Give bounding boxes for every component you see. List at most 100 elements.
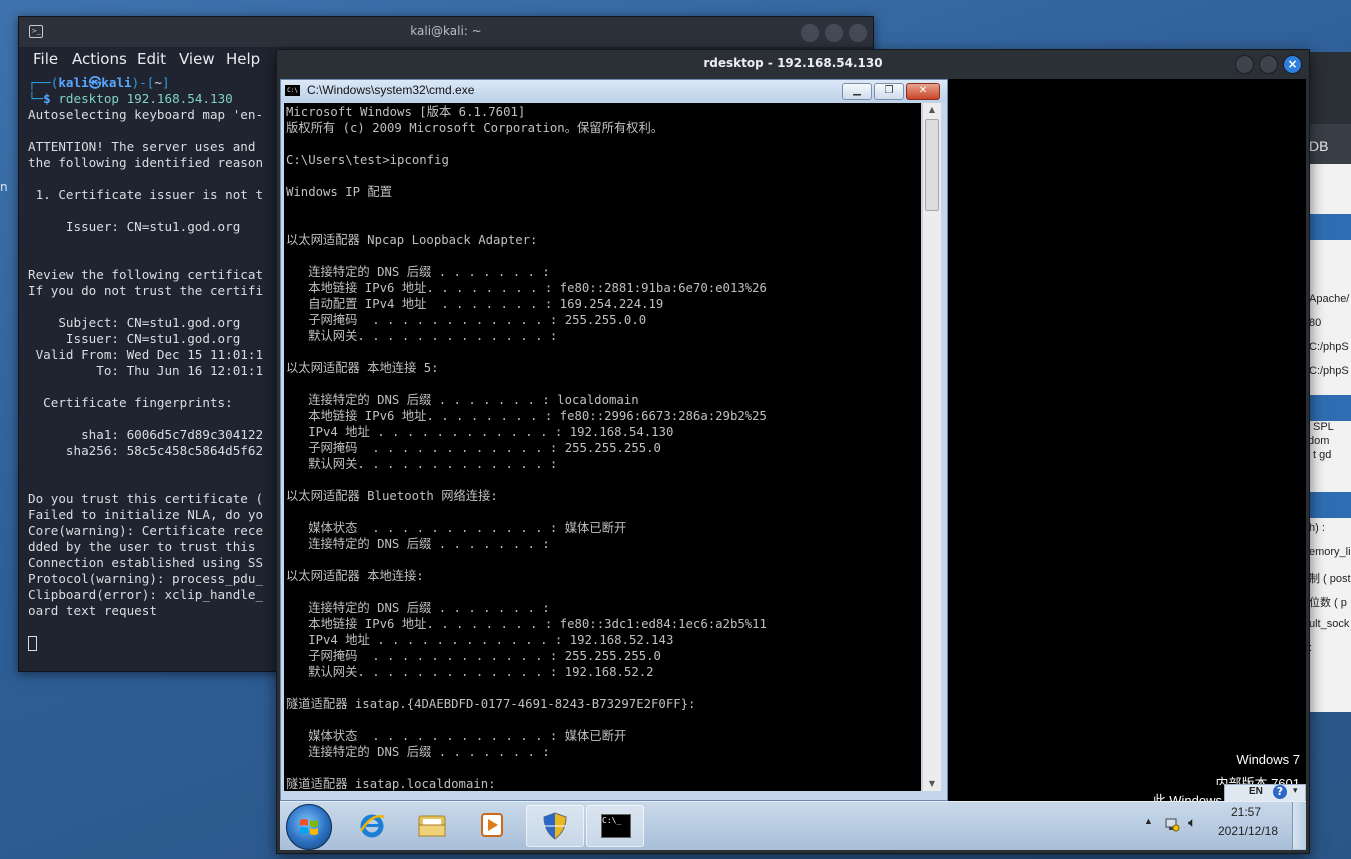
- kali-title-bar[interactable]: >_ kali@kali: ~: [19, 17, 873, 47]
- show-desktop-button[interactable]: [1292, 802, 1306, 849]
- cmd-line: 媒体状态 . . . . . . . . . . . . : 媒体已断开: [286, 521, 627, 535]
- menu-help[interactable]: Help: [226, 50, 260, 68]
- cmd-line: 子网掩码 . . . . . . . . . . . . : 255.255.0…: [286, 313, 647, 327]
- windows-watermark-line1: Windows 7: [1236, 752, 1300, 767]
- cmd-line: 隧道适配器 isatap.{4DAEBDFD-0177-4691-8243-B7…: [286, 697, 696, 711]
- cmd-console[interactable]: Microsoft Windows [版本 6.1.7601] 版权所有 (c) …: [284, 103, 921, 791]
- cmd-line: 自动配置 IPv4 地址 . . . . . . . : 169.254.224…: [286, 297, 664, 311]
- cmd-line: [286, 504, 767, 520]
- cmd-line: Windows IP 配置: [286, 185, 393, 199]
- network-icon[interactable]: [1164, 816, 1180, 832]
- clock-time[interactable]: 21:57: [1216, 805, 1276, 819]
- terminal-line: Do you trust this certificate (: [28, 491, 264, 506]
- cmd-line: [286, 200, 767, 216]
- scroll-up-arrow-icon[interactable]: ▲: [923, 103, 941, 117]
- cmd-line: [286, 344, 767, 360]
- cmd-line: [286, 712, 767, 728]
- folder-icon: [418, 815, 446, 837]
- terminal-line: sha256: 58c5c458c5864d5f62: [28, 443, 264, 458]
- desktop-edge-glyph: n: [0, 180, 8, 194]
- cmd-line: 连接特定的 DNS 后缀 . . . . . . . :: [286, 601, 550, 615]
- terminal-line: Certificate fingerprints:: [28, 395, 233, 410]
- terminal-line: Valid From: Wed Dec 15 11:01:1: [28, 347, 264, 362]
- taskbar-security-button[interactable]: [526, 805, 584, 847]
- close-button[interactable]: ×: [1283, 55, 1302, 74]
- cmd-restore-button[interactable]: ❐: [874, 83, 904, 100]
- taskbar-cmd-button[interactable]: C:\_: [586, 805, 644, 847]
- terminal-line: Subject: CN=stu1.god.org: [28, 315, 241, 330]
- cmd-scrollbar[interactable]: ▲ ▼: [922, 103, 941, 791]
- scroll-thumb[interactable]: [925, 119, 939, 211]
- terminal-line: sha1: 6006d5c7d89c304122: [28, 427, 264, 442]
- cmd-line: 本地链接 IPv6 地址. . . . . . . . : fe80::2881…: [286, 281, 767, 295]
- prompt-host: kali: [101, 75, 132, 90]
- cmd-taskbar-icon: C:\_: [601, 814, 631, 838]
- cmd-line: 本地链接 IPv6 地址. . . . . . . . : fe80::2996…: [286, 409, 767, 423]
- rdesktop-window[interactable]: rdesktop - 192.168.54.130 × C:\ C:\Windo…: [276, 49, 1310, 854]
- cmd-line: 默认网关. . . . . . . . . . . . . : 192.168.…: [286, 665, 654, 679]
- language-indicator[interactable]: EN: [1249, 786, 1263, 797]
- kali-window-title: kali@kali: ~: [410, 24, 482, 38]
- cmd-line: 以太网适配器 本地连接 5:: [286, 361, 439, 375]
- terminal-line: Issuer: CN=stu1.god.org: [28, 219, 241, 234]
- maximize-button[interactable]: [1259, 55, 1278, 74]
- cmd-minimize-button[interactable]: ▁: [842, 83, 872, 100]
- cmd-line: 子网掩码 . . . . . . . . . . . . : 255.255.2…: [286, 441, 661, 455]
- internet-explorer-icon: [359, 814, 385, 838]
- cmd-output: Microsoft Windows [版本 6.1.7601] 版权所有 (c) …: [286, 104, 767, 791]
- cmd-window[interactable]: C:\ C:\Windows\system32\cmd.exe ▁ ❐ ✕ Mi…: [280, 79, 948, 801]
- cmd-line: IPv4 地址 . . . . . . . . . . . . : 192.16…: [286, 425, 674, 439]
- cmd-line: 以太网适配器 Bluetooth 网络连接:: [286, 489, 498, 503]
- prompt-dir: ~: [154, 75, 162, 90]
- help-icon[interactable]: ?: [1273, 785, 1287, 799]
- terminal-line: 1. Certificate issuer is not t: [28, 187, 264, 202]
- cmd-line: [286, 760, 767, 776]
- command-line: rdesktop 192.168.54.130: [58, 91, 233, 106]
- terminal-line: Core(warning): Certificate rece: [28, 523, 264, 538]
- windows-logo-icon: [300, 819, 318, 835]
- clock-date[interactable]: 2021/12/18: [1212, 824, 1284, 838]
- cmd-window-title: C:\Windows\system32\cmd.exe: [307, 83, 475, 97]
- minimize-button[interactable]: [1235, 55, 1254, 74]
- cmd-line: [286, 376, 767, 392]
- media-player-icon: [481, 813, 503, 837]
- cmd-line: 以太网适配器 本地连接:: [286, 569, 424, 583]
- rdesktop-title-bar[interactable]: rdesktop - 192.168.54.130 ×: [277, 50, 1309, 78]
- taskbar-explorer-button[interactable]: [404, 805, 460, 845]
- terminal-line: If you do not trust the certifi: [28, 283, 264, 298]
- maximize-button[interactable]: [825, 24, 843, 42]
- cmd-line: 本地链接 IPv6 地址. . . . . . . . : fe80::3dc1…: [286, 617, 767, 631]
- cmd-line: [286, 680, 767, 696]
- show-hidden-icons-arrow-icon[interactable]: ▲: [1144, 816, 1153, 826]
- language-bar-options-icon[interactable]: ▾: [1293, 785, 1298, 796]
- cmd-title-bar[interactable]: C:\ C:\Windows\system32\cmd.exe ▁ ❐ ✕: [281, 80, 947, 102]
- cmd-line: 媒体状态 . . . . . . . . . . . . : 媒体已断开: [286, 729, 627, 743]
- taskbar-ie-button[interactable]: [344, 805, 400, 845]
- cmd-line: 默认网关. . . . . . . . . . . . . :: [286, 329, 558, 343]
- background-window[interactable]: DB Apache/ 80 C:/phpS C:/phpS SPL dom t …: [1305, 52, 1351, 712]
- shield-icon: [543, 812, 567, 840]
- menu-edit[interactable]: Edit: [137, 50, 166, 68]
- taskbar-media-player-button[interactable]: [464, 805, 520, 845]
- terminal-output[interactable]: ┌──(kali㉿kali)-[~] └─$ rdesktop 192.168.…: [28, 75, 288, 665]
- terminal-line: oard text request: [28, 603, 157, 618]
- cmd-icon: C:\: [285, 85, 300, 96]
- cmd-line: [286, 248, 767, 264]
- volume-icon[interactable]: 🔈︎: [1188, 814, 1196, 831]
- cmd-line: [286, 472, 767, 488]
- remote-desktop-area[interactable]: C:\ C:\Windows\system32\cmd.exe ▁ ❐ ✕ Mi…: [280, 79, 1306, 850]
- menu-actions[interactable]: Actions: [72, 50, 127, 68]
- scroll-down-arrow-icon[interactable]: ▼: [923, 777, 941, 791]
- minimize-button[interactable]: [801, 24, 819, 42]
- terminal-cursor: [28, 636, 37, 651]
- menu-file[interactable]: File: [33, 50, 58, 68]
- cmd-line: 连接特定的 DNS 后缀 . . . . . . . :: [286, 265, 550, 279]
- menu-view[interactable]: View: [179, 50, 215, 68]
- terminal-line: Connection established using SS: [28, 555, 264, 570]
- cmd-line: 连接特定的 DNS 后缀 . . . . . . . : localdomain: [286, 393, 639, 407]
- cmd-line: 默认网关. . . . . . . . . . . . . :: [286, 457, 558, 471]
- close-button[interactable]: [849, 24, 867, 42]
- start-button[interactable]: [286, 804, 332, 850]
- cmd-close-button[interactable]: ✕: [906, 83, 940, 100]
- rdesktop-window-title: rdesktop - 192.168.54.130: [703, 56, 883, 70]
